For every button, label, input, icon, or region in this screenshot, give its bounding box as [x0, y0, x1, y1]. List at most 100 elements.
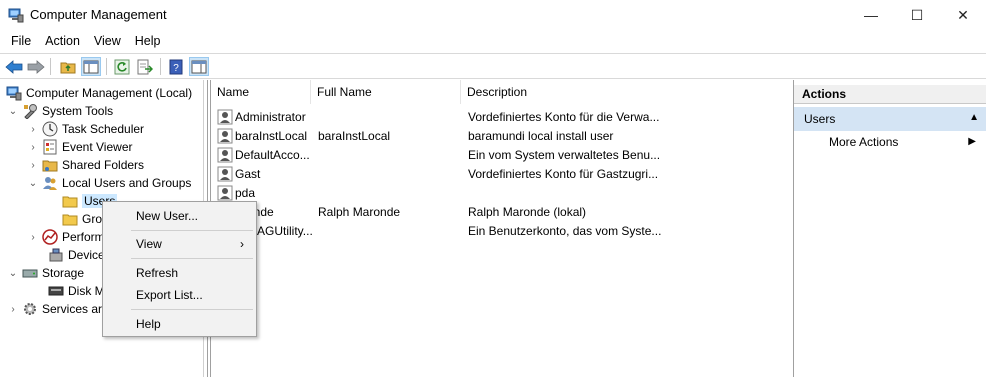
export-list-button[interactable]	[135, 57, 155, 76]
help-button[interactable]: ?	[166, 57, 186, 76]
chevron-right-icon: ›	[240, 237, 244, 251]
tree-label: Shared Folders	[62, 158, 145, 172]
forward-button[interactable]	[26, 57, 46, 76]
cell-description: Ralph Maronde (lokal)	[468, 205, 587, 219]
up-one-level-button[interactable]	[58, 57, 78, 76]
close-icon: ✕	[957, 6, 969, 23]
cell-name: AGUtility...	[257, 224, 313, 238]
users-group-icon	[43, 177, 57, 190]
collapse-up-icon[interactable]: ▲	[969, 112, 979, 123]
menu-action[interactable]: Action	[38, 34, 87, 48]
table-row[interactable]: DefaultAcco... Ein vom System verwaltete…	[211, 146, 791, 165]
tree-item-groups[interactable]: Gro	[62, 210, 102, 228]
cell-description: Vordefiniertes Konto für die Verwa...	[468, 110, 660, 124]
svg-text:?: ?	[173, 63, 179, 74]
tree-item-task-scheduler[interactable]: › Task Scheduler	[28, 120, 144, 138]
actions-pane: Actions Users ▲ More Actions ▶	[793, 80, 986, 377]
menu-separator	[131, 309, 253, 310]
menu-item-export-list[interactable]: Export List...	[103, 284, 256, 306]
close-button[interactable]: ✕	[940, 0, 986, 30]
tree-item-disk-management[interactable]: Disk M	[48, 282, 105, 300]
tree-item-event-viewer[interactable]: › Event Viewer	[28, 138, 132, 156]
tree-item-device-manager[interactable]: Device	[48, 246, 105, 264]
column-header-label: Description	[467, 85, 528, 99]
menu-item-help[interactable]: Help	[103, 313, 256, 335]
user-icon	[217, 109, 233, 125]
column-header-description[interactable]: Description	[461, 80, 791, 104]
cell-name: Administrator	[235, 110, 306, 124]
chevron-down-icon[interactable]: ⌄	[28, 178, 38, 189]
table-row[interactable]: baraInstLocal baraInstLocal baramundi lo…	[211, 127, 791, 146]
tree-item-shared-folders[interactable]: › Shared Folders	[28, 156, 144, 174]
chevron-right-icon[interactable]: ›	[28, 160, 38, 171]
menu-item-label: Refresh	[136, 266, 179, 280]
tree-item-performance[interactable]: › Perform	[28, 228, 105, 246]
tree-label: Task Scheduler	[62, 122, 145, 136]
action-pane-icon	[191, 60, 207, 73]
export-list-icon	[137, 59, 153, 74]
folder-icon	[62, 214, 78, 226]
tree-item-computer-management[interactable]: Computer Management (Local)	[6, 84, 192, 102]
table-row[interactable]: pda	[211, 184, 791, 203]
table-row[interactable]: ronde Ralph Maronde Ralph Maronde (lokal…	[211, 203, 791, 222]
maximize-button[interactable]: ☐	[894, 0, 940, 30]
tree-label: Gro	[82, 212, 103, 226]
computer-management-icon	[8, 8, 24, 23]
chevron-right-icon[interactable]: ›	[8, 304, 18, 315]
maximize-icon: ☐	[910, 6, 924, 23]
menu-item-refresh[interactable]: Refresh	[103, 262, 256, 284]
performance-icon	[42, 229, 58, 245]
tree-item-services-and-applications[interactable]: › Services ar	[8, 300, 102, 318]
tree-label: Event Viewer	[62, 140, 133, 154]
forward-arrow-icon	[27, 59, 45, 74]
tree-item-storage[interactable]: ⌄ Storage	[8, 264, 84, 282]
window-title: Computer Management	[30, 7, 167, 22]
toolbar: ?	[0, 53, 986, 79]
cell-description: Ein Benutzerkonto, das vom Syste...	[468, 224, 662, 238]
chevron-down-icon[interactable]: ⌄	[8, 106, 18, 117]
back-arrow-icon	[5, 59, 23, 74]
actions-section-users[interactable]: Users ▲	[794, 107, 986, 131]
tree-item-system-tools[interactable]: ⌄ System Tools	[8, 102, 113, 120]
tree-label: Services ar	[42, 302, 103, 316]
menu-item-new-user[interactable]: New User...	[103, 205, 256, 227]
shared-folder-icon	[42, 160, 58, 172]
chevron-down-icon[interactable]: ⌄	[8, 268, 18, 279]
tree-item-local-users-and-groups[interactable]: ⌄ Local Users and Groups	[28, 174, 191, 192]
show-hide-console-tree-button[interactable]	[81, 57, 101, 76]
chevron-right-icon[interactable]: ›	[28, 142, 38, 153]
menu-view[interactable]: View	[87, 34, 128, 48]
disk-management-icon	[48, 286, 64, 296]
cell-description: Vordefiniertes Konto für Gastzugri...	[468, 167, 659, 181]
toolbar-separator	[50, 58, 51, 75]
cell-name: baraInstLocal	[235, 129, 308, 143]
table-row[interactable]: Administrator Vordefiniertes Konto für d…	[211, 108, 791, 127]
column-header-label: Name	[217, 85, 250, 99]
menu-help[interactable]: Help	[128, 34, 168, 48]
tree-label: Local Users and Groups	[62, 176, 192, 190]
chevron-right-icon[interactable]: ›	[28, 124, 38, 135]
more-actions-item[interactable]: More Actions	[829, 135, 898, 149]
actions-section-label: Users	[804, 112, 836, 126]
cell-description: Ein vom System verwaltetes Benu...	[468, 148, 661, 162]
user-icon	[217, 166, 233, 182]
menu-item-view[interactable]: View ›	[103, 233, 256, 255]
column-header-label: Full Name	[317, 85, 372, 99]
table-row[interactable]: AGUtility... Ein Benutzerkonto, das vom …	[211, 222, 791, 241]
menu-file[interactable]: File	[4, 34, 38, 48]
refresh-button[interactable]	[112, 57, 132, 76]
minimize-icon: —	[864, 7, 878, 23]
more-actions-label: More Actions	[829, 135, 899, 149]
minimize-button[interactable]: —	[848, 0, 894, 30]
column-header-full-name[interactable]: Full Name	[311, 80, 461, 104]
menu-separator	[131, 258, 253, 259]
tree-label: Disk M	[68, 284, 105, 298]
column-header-name[interactable]: Name	[211, 80, 311, 104]
refresh-icon	[114, 59, 130, 74]
chevron-right-icon[interactable]: ›	[28, 232, 38, 243]
show-hide-action-pane-button[interactable]	[189, 57, 209, 76]
back-button[interactable]	[4, 57, 24, 76]
table-row[interactable]: Gast Vordefiniertes Konto für Gastzugri.…	[211, 165, 791, 184]
user-icon	[217, 185, 233, 201]
cell-name: Gast	[235, 167, 261, 181]
